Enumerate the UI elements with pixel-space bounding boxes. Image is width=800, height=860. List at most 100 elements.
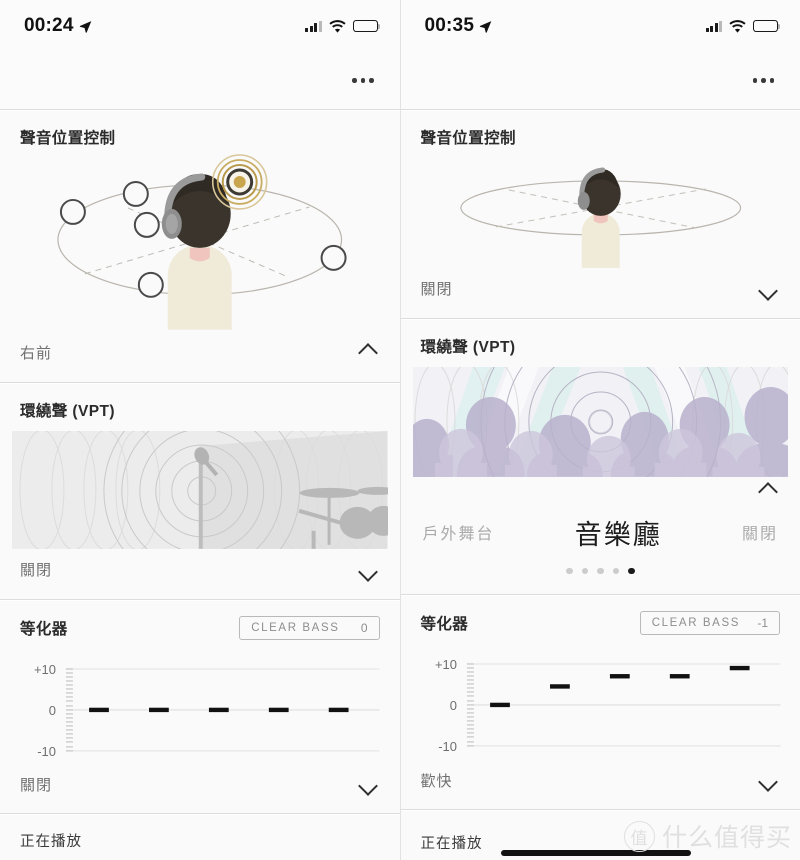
status-time: 00:35 bbox=[424, 15, 475, 36]
equalizer-title: 等化器 bbox=[420, 616, 469, 634]
clear-bass-label: CLEAR BASS bbox=[651, 617, 740, 630]
equalizer-band-handle[interactable] bbox=[328, 707, 349, 712]
equalizer-band-handle[interactable] bbox=[89, 707, 109, 712]
wifi-icon bbox=[328, 19, 346, 33]
location-arrow-icon bbox=[479, 20, 492, 33]
carousel-dot[interactable] bbox=[581, 567, 588, 575]
left-phone-screen: 00:24 聲音位置控制 右前 環繞聲 (VPT) 關閉 等化器 CLEAR B… bbox=[0, 0, 401, 860]
now-playing-label: 正在播放 bbox=[420, 835, 483, 852]
svg-text:-10: -10 bbox=[37, 743, 56, 758]
status-clock-group: 00:24 bbox=[24, 15, 92, 37]
equalizer-band-handle[interactable] bbox=[268, 707, 289, 712]
status-indicators bbox=[705, 19, 781, 33]
right-phone-screen: 00:35 聲音位置控制 關閉 環繞聲 (VPT) 戶外舞台 音樂廳 關閉 等化… bbox=[400, 0, 800, 860]
equalizer-card[interactable]: 等化器 CLEAR BASS -1 +10 0 -10 歡快 bbox=[400, 594, 800, 806]
dual-screenshot-container: 00:24 聲音位置控制 右前 環繞聲 (VPT) 關閉 等化器 CLEAR B… bbox=[0, 0, 800, 860]
overflow-menu-icon[interactable] bbox=[749, 70, 779, 91]
equalizer-footer[interactable]: 歡快 bbox=[401, 759, 800, 805]
now-playing-card[interactable]: 正在播放 bbox=[400, 809, 800, 857]
location-arrow-icon bbox=[79, 20, 91, 33]
chevron-down-icon[interactable] bbox=[758, 278, 780, 300]
equalizer-preset: 關閉 bbox=[20, 776, 53, 794]
chevron-up-icon[interactable] bbox=[358, 342, 380, 364]
clear-bass-value: 0 bbox=[360, 620, 368, 635]
equalizer-band-handle[interactable] bbox=[669, 674, 690, 679]
clear-bass-label: CLEAR BASS bbox=[251, 621, 340, 634]
status-time: 00:24 bbox=[24, 15, 74, 36]
equalizer-graph[interactable]: +10 0 -10 bbox=[401, 635, 800, 759]
battery-icon bbox=[753, 19, 781, 33]
svg-text:0: 0 bbox=[49, 703, 56, 718]
sound-position-footer[interactable]: 右前 bbox=[0, 332, 400, 378]
app-bar bbox=[0, 52, 400, 109]
sound-position-value: 右前 bbox=[20, 345, 53, 363]
cellular-signal-icon bbox=[305, 20, 322, 32]
vpt-collapse-row[interactable] bbox=[401, 477, 800, 503]
vpt-option-prev[interactable]: 戶外舞台 bbox=[423, 520, 495, 544]
clear-bass-badge[interactable]: CLEAR BASS -1 bbox=[639, 611, 780, 636]
equalizer-header: 等化器 CLEAR BASS 0 bbox=[0, 600, 400, 640]
status-indicators bbox=[305, 19, 380, 33]
vpt-card[interactable]: 環繞聲 (VPT) bbox=[400, 317, 800, 591]
svg-text:+10: +10 bbox=[434, 657, 456, 672]
equalizer-card[interactable]: 等化器 CLEAR BASS 0 +10 0 -10 關閉 bbox=[0, 598, 400, 810]
status-bar: 00:24 bbox=[0, 0, 400, 52]
equalizer-band-handle[interactable] bbox=[149, 707, 169, 712]
vpt-title: 環繞聲 (VPT) bbox=[420, 338, 516, 356]
vpt-option-next[interactable]: 關閉 bbox=[742, 520, 778, 544]
chevron-down-icon[interactable] bbox=[358, 773, 380, 795]
sound-position-flat-ellipse-illustration[interactable] bbox=[401, 152, 800, 268]
vpt-footer[interactable]: 關閉 bbox=[0, 549, 400, 595]
svg-text:+10: +10 bbox=[34, 662, 56, 677]
concert-hall-audience-illustration bbox=[412, 366, 788, 477]
vpt-mode-carousel[interactable]: 戶外舞台 音樂廳 關閉 bbox=[401, 503, 800, 591]
app-bar bbox=[400, 52, 800, 109]
sound-position-title: 聲音位置控制 bbox=[20, 130, 116, 147]
vpt-value: 關閉 bbox=[20, 562, 53, 580]
svg-text:-10: -10 bbox=[438, 739, 457, 754]
equalizer-band-handle[interactable] bbox=[208, 707, 229, 712]
sound-position-card[interactable]: 聲音位置控制 右前 bbox=[0, 109, 400, 378]
now-playing-label: 正在播放 bbox=[20, 834, 82, 851]
cellular-signal-icon bbox=[705, 20, 722, 32]
vpt-card[interactable]: 環繞聲 (VPT) bbox=[0, 381, 400, 595]
equalizer-header: 等化器 CLEAR BASS -1 bbox=[401, 595, 800, 636]
carousel-dot[interactable] bbox=[597, 567, 604, 575]
equalizer-band-handle[interactable] bbox=[609, 674, 630, 679]
status-bar: 00:35 bbox=[400, 0, 800, 52]
sound-position-footer[interactable]: 關閉 bbox=[401, 268, 800, 314]
equalizer-band-handle[interactable] bbox=[729, 666, 750, 671]
carousel-dot[interactable] bbox=[612, 567, 619, 575]
now-playing-card[interactable]: 正在播放 Mistero Dell 'Amore (拉斐尔：爱的神秘) Andr… bbox=[0, 813, 400, 860]
vpt-carousel-dots[interactable] bbox=[401, 552, 800, 587]
sound-position-sphere-illustration[interactable] bbox=[0, 152, 400, 332]
equalizer-band-handle[interactable] bbox=[549, 684, 570, 689]
chevron-up-icon[interactable] bbox=[758, 481, 780, 503]
carousel-dot[interactable] bbox=[566, 567, 573, 575]
overflow-menu-icon[interactable] bbox=[348, 70, 378, 91]
carousel-dot[interactable] bbox=[628, 567, 635, 575]
equalizer-title: 等化器 bbox=[20, 620, 68, 638]
vpt-mode-options: 戶外舞台 音樂廳 關閉 bbox=[401, 509, 800, 552]
chevron-down-icon[interactable] bbox=[758, 769, 780, 791]
now-playing-body: 正在播放 bbox=[401, 810, 800, 857]
clear-bass-value: -1 bbox=[757, 616, 768, 631]
sound-position-title: 聲音位置控制 bbox=[420, 130, 516, 147]
sound-position-value: 關閉 bbox=[420, 281, 453, 299]
vpt-title: 環繞聲 (VPT) bbox=[20, 402, 115, 420]
chevron-down-icon[interactable] bbox=[358, 559, 380, 581]
status-clock-group: 00:35 bbox=[425, 15, 493, 37]
sound-position-card[interactable]: 聲音位置控制 關閉 bbox=[400, 109, 800, 314]
wifi-icon bbox=[729, 19, 746, 33]
vpt-option-current[interactable]: 音樂廳 bbox=[575, 513, 662, 552]
stage-microphone-drums-illustration bbox=[12, 430, 388, 549]
equalizer-preset: 歡快 bbox=[420, 772, 453, 790]
equalizer-band-handle[interactable] bbox=[489, 702, 510, 708]
active-sound-point bbox=[211, 154, 268, 210]
equalizer-graph[interactable]: +10 0 -10 bbox=[0, 640, 400, 764]
equalizer-footer[interactable]: 關閉 bbox=[0, 763, 400, 809]
clear-bass-badge[interactable]: CLEAR BASS 0 bbox=[239, 615, 380, 640]
battery-icon bbox=[352, 19, 380, 33]
playback-progress-bar[interactable] bbox=[500, 850, 691, 857]
now-playing-body: 正在播放 Mistero Dell 'Amore (拉斐尔：爱的神秘) Andr… bbox=[0, 814, 400, 860]
